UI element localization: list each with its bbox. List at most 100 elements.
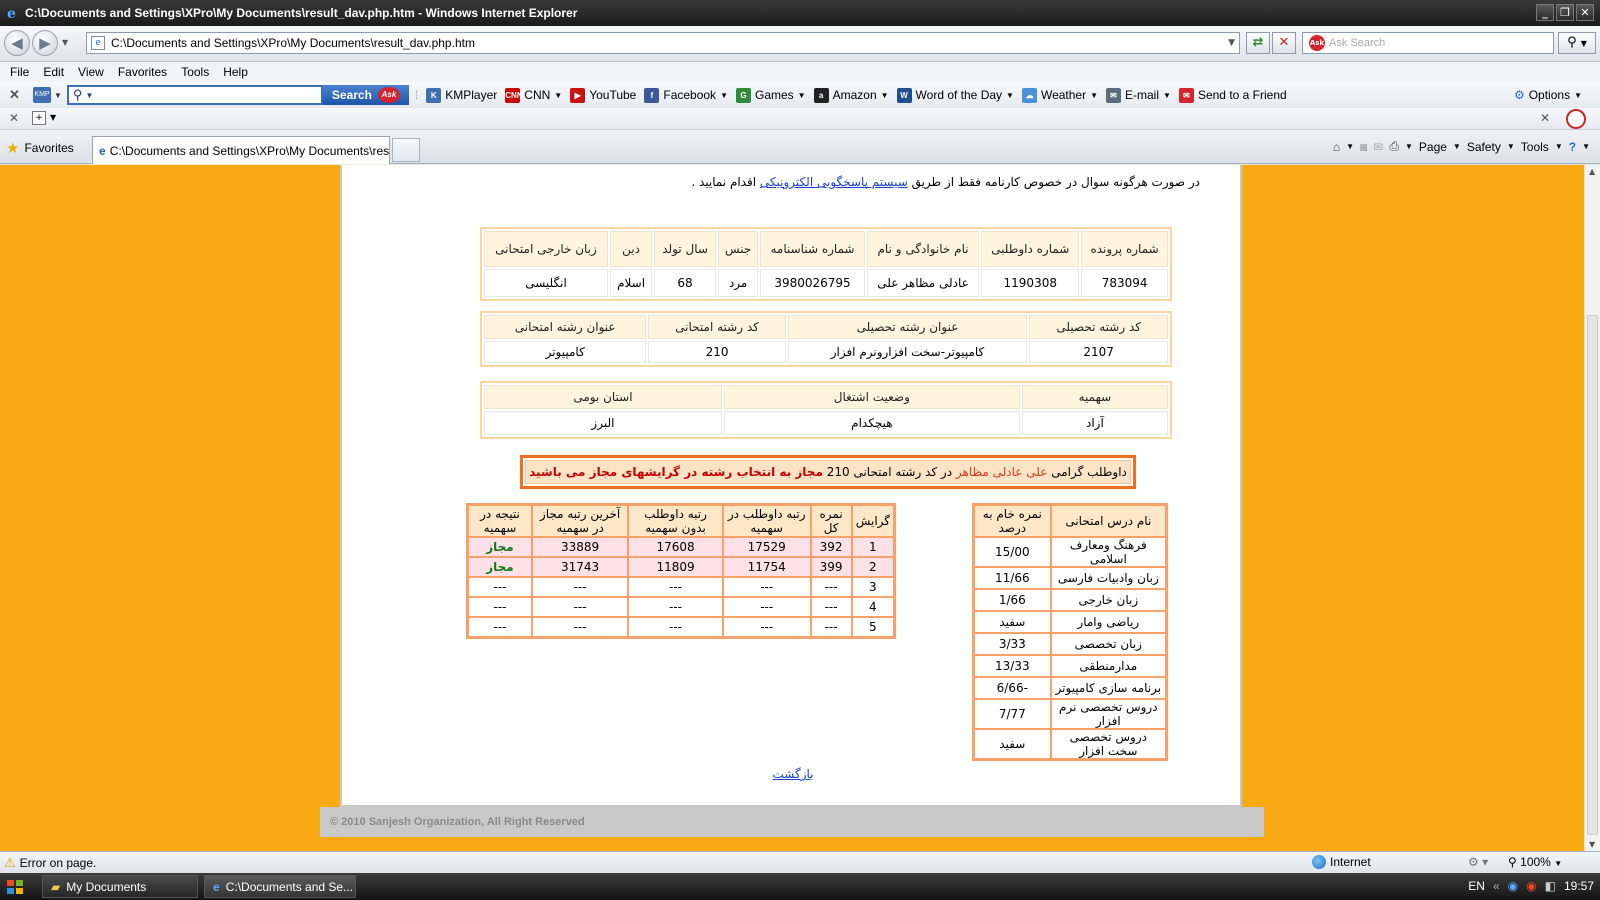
toolbar-options[interactable]: ⚙ Options ▼ <box>1514 88 1582 102</box>
start-button[interactable] <box>4 877 26 896</box>
title-bar: e C:\Documents and Settings\XPro\My Docu… <box>0 0 1600 26</box>
search-go-button[interactable]: ⚲ ▼ <box>1558 32 1596 54</box>
close-window-button[interactable]: ✕ <box>1576 4 1594 21</box>
group-cell: --- <box>810 617 852 637</box>
home-icon[interactable]: ⌂ <box>1333 140 1340 154</box>
help-icon[interactable]: ? <box>1569 140 1576 154</box>
subject-name: زبان وادبیات فارسی <box>1050 567 1166 589</box>
toolbar-link-dropdown[interactable]: ▼ <box>881 91 889 100</box>
group-cell: 5 <box>851 617 894 637</box>
toolbar-search-input[interactable]: ⚲ ▼ <box>66 85 323 105</box>
toolbar-link-label: KMPlayer <box>445 88 498 102</box>
zoom-control[interactable]: ⚲ 100% ▼ <box>1508 855 1562 869</box>
stop-icon: ✕ <box>1278 35 1290 50</box>
toolbar-link-4[interactable]: G Games ▼ <box>735 87 806 103</box>
error-status[interactable]: ⚠ Error on page. <box>4 855 96 871</box>
toolbar-link-6[interactable]: W Word of the Day ▼ <box>896 87 1014 103</box>
table-row: ریاضی وامار سفید <box>974 611 1166 633</box>
refresh-button[interactable]: ⇄ <box>1246 32 1270 54</box>
taskbar-item-my-documents[interactable]: ▰ My Documents <box>42 875 198 898</box>
toolbar-link-dropdown[interactable]: ▼ <box>720 91 728 100</box>
print-icon[interactable]: ⎙ <box>1389 139 1399 154</box>
field-header: عنوان رشته امتحانی <box>484 315 647 339</box>
history-dropdown[interactable]: ▼ <box>62 38 68 47</box>
address-bar[interactable]: e C:\Documents and Settings\XPro\My Docu… <box>86 32 1240 54</box>
toolbar-link-7[interactable]: ☁ Weather ▼ <box>1021 87 1098 103</box>
close-secondary-icon[interactable]: ✕ <box>9 111 19 125</box>
menu-file[interactable]: File <box>10 65 29 79</box>
toolbar-link-5[interactable]: a Amazon ▼ <box>813 87 889 103</box>
ask-search-box[interactable]: Ask Ask Search <box>1302 32 1554 54</box>
toolbar-link-1[interactable]: CNN CNN ▼ <box>505 87 562 103</box>
tab-title: C:\Documents and Settings\XPro\My Docume… <box>109 143 390 158</box>
toolbar-link-dropdown[interactable]: ▼ <box>1163 91 1171 100</box>
menu-favorites[interactable]: Favorites <box>118 65 167 79</box>
toolbar-link-0[interactable]: K KMPlayer <box>426 87 498 103</box>
safety-menu[interactable]: Safety <box>1467 140 1501 154</box>
address-dropdown[interactable]: ▼ <box>1228 38 1235 48</box>
menu-view[interactable]: View <box>78 65 104 79</box>
menu-edit[interactable]: Edit <box>43 65 64 79</box>
add-icon[interactable]: + <box>32 111 46 125</box>
close-toolbar-icon[interactable]: ✕ <box>9 87 21 103</box>
page-icon: e <box>91 36 105 50</box>
tray-app-icon[interactable]: ◉ <box>1508 879 1518 893</box>
field-header: عنوان رشته تحصیلی <box>787 315 1028 339</box>
taskbar-item-ie[interactable]: e C:\Documents and Se... <box>204 875 356 898</box>
banner-result: مجاز به انتخاب رشته در گرایشهای مجاز می … <box>529 465 823 479</box>
feeds-icon[interactable]: ◙ <box>1360 140 1367 154</box>
scroll-up-icon[interactable]: ▲ <box>1589 167 1595 176</box>
stop-button[interactable]: ✕ <box>1272 32 1296 54</box>
close-right-icon[interactable]: ✕ <box>1540 111 1550 125</box>
group-cell: --- <box>628 617 723 637</box>
toolbar-link-dropdown[interactable]: ▼ <box>554 91 562 100</box>
toolbar-link-dropdown[interactable]: ▼ <box>798 91 806 100</box>
toolbar-badge-icon[interactable] <box>1566 109 1586 129</box>
ie-task-icon: e <box>213 879 220 894</box>
add-dropdown[interactable]: ▼ <box>50 113 56 122</box>
group-cell: 2 <box>851 557 894 577</box>
security-zone[interactable]: Internet <box>1312 855 1371 869</box>
maximize-button[interactable]: ❐ <box>1556 4 1574 21</box>
zoom-icon: ⚲ <box>1508 855 1517 869</box>
subject-name: فرهنگ ومعارف اسلامی <box>1050 537 1166 567</box>
language-indicator[interactable]: EN <box>1468 879 1485 893</box>
table-row: دروس تخصصی سخت افزار سفید <box>974 729 1166 759</box>
toolbar-search-button[interactable]: Search Ask <box>322 85 409 105</box>
system-tray: EN « ◉ ◉ ◧ 19:57 <box>1468 879 1594 893</box>
tray-network-icon[interactable]: ◉ <box>1526 879 1536 893</box>
kmp-dropdown[interactable]: ▼ <box>54 91 62 100</box>
new-tab-button[interactable] <box>392 138 420 162</box>
toolbar-link-dropdown[interactable]: ▼ <box>1006 91 1014 100</box>
toolbar-link-9[interactable]: ✉ Send to a Friend <box>1178 87 1287 103</box>
back-link[interactable]: بازگشت <box>773 767 814 781</box>
menu-tools[interactable]: Tools <box>181 65 209 79</box>
menu-help[interactable]: Help <box>223 65 248 79</box>
group-header: آخرین رتبه مجاز در سهمیه <box>531 505 629 537</box>
tray-expand-icon[interactable]: « <box>1493 879 1500 893</box>
info-value: اسلام <box>609 269 653 297</box>
back-button[interactable]: ◀ <box>4 30 30 56</box>
toolbar-link-3[interactable]: f Facebook ▼ <box>644 87 728 103</box>
forward-button[interactable]: ▶ <box>32 30 58 56</box>
favorites-button[interactable]: ★ Favorites <box>6 139 74 157</box>
info-header: جنس <box>718 231 759 267</box>
minimize-button[interactable]: _ <box>1536 4 1554 21</box>
protected-mode-icon[interactable]: ⚙ ▾ <box>1468 855 1488 869</box>
toolbar-link-8[interactable]: ✉ E-mail ▼ <box>1106 87 1171 103</box>
games-icon: G <box>735 87 751 103</box>
page-menu[interactable]: Page <box>1419 140 1447 154</box>
tab-result-page[interactable]: e C:\Documents and Settings\XPro\My Docu… <box>92 136 390 164</box>
read-mail-icon[interactable]: ✉ <box>1373 140 1383 154</box>
group-cell: مجاز <box>468 537 532 557</box>
scroll-thumb[interactable] <box>1587 315 1598 835</box>
toolbar-link-2[interactable]: ▶ YouTube <box>570 87 636 103</box>
support-system-link[interactable]: سیستم پاسخگویی الکترونیکی <box>760 175 908 189</box>
tools-menu[interactable]: Tools <box>1521 140 1549 154</box>
vertical-scrollbar[interactable]: ▲ ▼ <box>1584 165 1600 851</box>
scroll-down-icon[interactable]: ▼ <box>1589 840 1595 849</box>
tray-volume-icon[interactable]: ◧ <box>1545 879 1556 893</box>
back-arrow-icon: ◀ <box>11 34 23 52</box>
toolbar-link-dropdown[interactable]: ▼ <box>1090 91 1098 100</box>
kmp-icon[interactable]: KMP <box>33 87 51 103</box>
